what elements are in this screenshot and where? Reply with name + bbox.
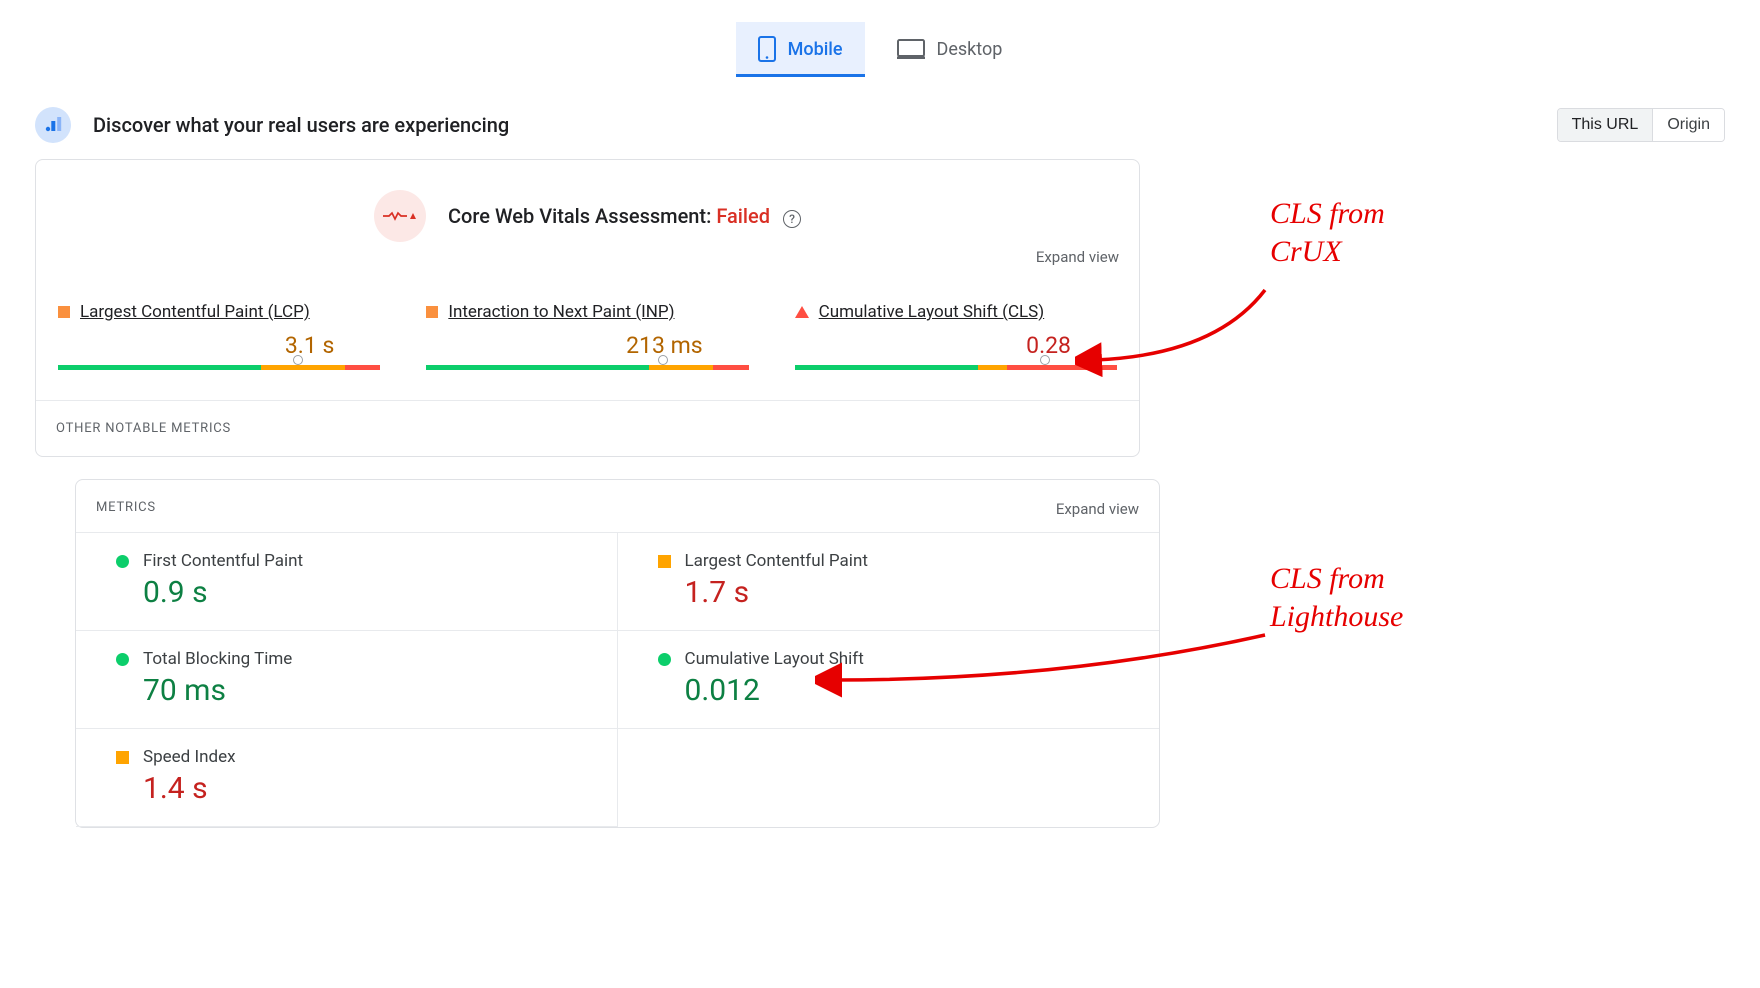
lh-si: Speed Index 1.4 s (76, 729, 618, 827)
status-dot-icon (116, 555, 129, 568)
lh-cls: Cumulative Layout Shift 0.012 (618, 631, 1160, 729)
status-dot-icon (658, 653, 671, 666)
lh-cls-name: Cumulative Layout Shift (685, 649, 864, 669)
lh-cls-value: 0.012 (685, 673, 1140, 708)
assessment-text: Core Web Vitals Assessment: Failed ? (448, 204, 801, 228)
desktop-icon (897, 39, 925, 59)
lighthouse-panel: METRICS Expand view First Contentful Pai… (75, 479, 1160, 828)
cwv-inp-bar (426, 365, 748, 370)
cwv-inp-value: 213 ms (426, 322, 748, 365)
status-square-icon (426, 306, 438, 318)
lh-lcp-name: Largest Contentful Paint (685, 551, 868, 571)
assessment-row: Core Web Vitals Assessment: Failed ? Exp… (36, 190, 1139, 242)
cwv-cls-name[interactable]: Cumulative Layout Shift (CLS) (819, 302, 1045, 322)
cwv-inp: Interaction to Next Paint (INP) 213 ms (426, 302, 748, 370)
scope-toggle: This URL Origin (1557, 108, 1725, 142)
assessment-status: Failed (716, 204, 770, 228)
lh-lcp-value: 1.7 s (685, 575, 1140, 610)
crux-panel: Core Web Vitals Assessment: Failed ? Exp… (35, 159, 1140, 457)
discover-title: Discover what your real users are experi… (93, 113, 1557, 137)
lh-tbt-value: 70 ms (143, 673, 597, 708)
cwv-cls-value: 0.28 (795, 322, 1117, 365)
discover-header: Discover what your real users are experi… (0, 77, 1760, 159)
gauge-icon (35, 107, 71, 143)
lh-fcp: First Contentful Paint 0.9 s (76, 533, 618, 631)
device-tabs: Mobile Desktop (0, 0, 1760, 77)
scope-this-url[interactable]: This URL (1558, 109, 1653, 141)
cwv-cls-bar (795, 365, 1117, 370)
other-metrics-label: OTHER NOTABLE METRICS (36, 401, 1139, 456)
status-square-icon (116, 751, 129, 764)
lh-fcp-value: 0.9 s (143, 575, 597, 610)
cwv-lcp-bar (58, 365, 380, 370)
expand-view-crux[interactable]: Expand view (1036, 248, 1119, 266)
status-square-icon (658, 555, 671, 568)
assessment-badge-icon (374, 190, 426, 242)
annotation-lh: CLS fromLighthouse (1270, 560, 1403, 635)
expand-view-lh[interactable]: Expand view (1056, 500, 1139, 518)
status-square-icon (58, 306, 70, 318)
tab-desktop[interactable]: Desktop (875, 22, 1025, 77)
status-triangle-icon (795, 306, 809, 318)
tab-mobile[interactable]: Mobile (736, 22, 865, 77)
cwv-lcp-name[interactable]: Largest Contentful Paint (LCP) (80, 302, 310, 322)
lh-tbt: Total Blocking Time 70 ms (76, 631, 618, 729)
cwv-inp-name[interactable]: Interaction to Next Paint (INP) (448, 302, 674, 322)
help-icon[interactable]: ? (783, 210, 801, 228)
lh-lcp: Largest Contentful Paint 1.7 s (618, 533, 1160, 631)
cwv-lcp: Largest Contentful Paint (LCP) 3.1 s (58, 302, 380, 370)
tab-mobile-label: Mobile (788, 39, 843, 60)
mobile-icon (758, 36, 776, 62)
cwv-metrics-row: Largest Contentful Paint (LCP) 3.1 s Int… (36, 242, 1139, 401)
lh-header-label: METRICS (96, 500, 156, 518)
status-dot-icon (116, 653, 129, 666)
cwv-cls: Cumulative Layout Shift (CLS) 0.28 (795, 302, 1117, 370)
annotation-crux: CLS fromCrUX (1270, 195, 1385, 270)
scope-origin[interactable]: Origin (1652, 109, 1724, 141)
assessment-label: Core Web Vitals Assessment: (448, 204, 711, 228)
cwv-lcp-value: 3.1 s (58, 322, 380, 365)
lh-fcp-name: First Contentful Paint (143, 551, 303, 571)
tab-desktop-label: Desktop (937, 39, 1003, 60)
lh-si-value: 1.4 s (143, 771, 597, 806)
lh-header: METRICS Expand view (76, 500, 1159, 533)
lh-tbt-name: Total Blocking Time (143, 649, 292, 669)
lh-empty (618, 729, 1160, 827)
lh-si-name: Speed Index (143, 747, 236, 767)
